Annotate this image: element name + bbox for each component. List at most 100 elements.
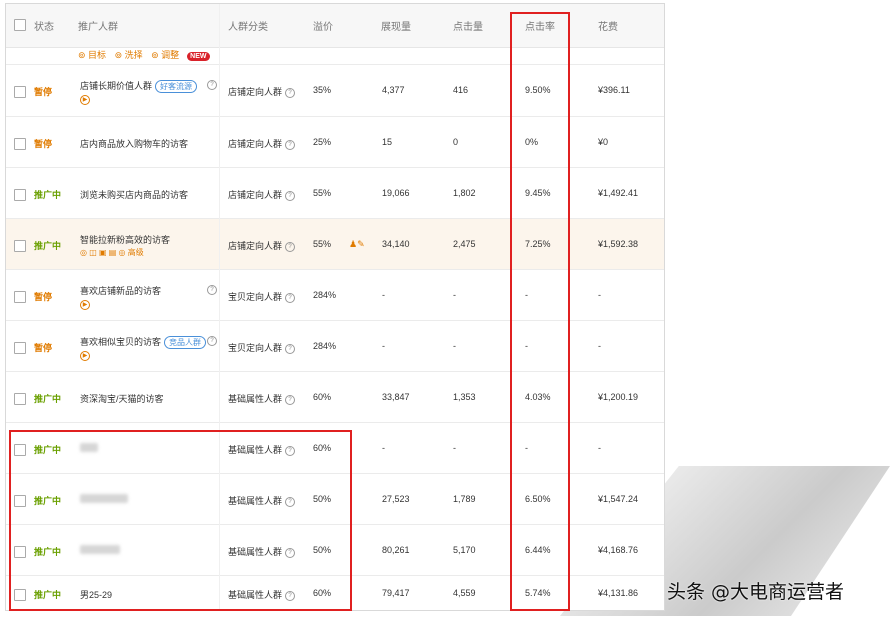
table-row: 暂停 喜欢店铺新品的访客 ▶? 宝贝定向人群? 284% - - - - bbox=[6, 269, 664, 321]
crowd-category-text: 基础属性人群 bbox=[228, 496, 283, 506]
crowd-name: 店内商品放入购物车的访客 bbox=[80, 137, 188, 150]
legend-target[interactable]: ⊚ 目标 bbox=[78, 50, 106, 60]
play-control: ▶ bbox=[80, 93, 90, 105]
cell-clicks: - bbox=[453, 341, 456, 351]
row-checkbox[interactable] bbox=[14, 189, 26, 201]
table-header: 状态 推广人群 人群分类 溢价 展现量 点击量 点击率 花费 bbox=[6, 4, 664, 48]
legend-select[interactable]: ⊚ 洗择 bbox=[115, 50, 143, 60]
help-icon[interactable]: ? bbox=[285, 241, 296, 252]
help-icon[interactable]: ? bbox=[285, 590, 296, 601]
help-icon[interactable]: ? bbox=[207, 79, 217, 90]
cell-cost: ¥1,547.24 bbox=[598, 494, 639, 504]
cell-premium[interactable]: 60% bbox=[313, 588, 331, 598]
crowd-name-text: 喜欢相似宝贝的访客 bbox=[80, 337, 162, 347]
crowd-category-text: 店铺定向人群 bbox=[228, 87, 283, 97]
cell-premium[interactable]: 55% bbox=[313, 188, 331, 198]
status-label[interactable]: 暂停 bbox=[34, 85, 52, 98]
select-all-checkbox[interactable] bbox=[14, 19, 26, 31]
cell-clicks: 5,170 bbox=[453, 545, 476, 555]
row-checkbox[interactable] bbox=[14, 240, 26, 252]
help-icon[interactable]: ? bbox=[207, 335, 217, 346]
row-checkbox[interactable] bbox=[14, 393, 26, 405]
header-clicks[interactable]: 点击量 bbox=[453, 18, 483, 33]
crowd-tag[interactable]: 好客流源 bbox=[155, 80, 198, 93]
crowd-name-text: 资深淘宝/天猫的访客 bbox=[80, 394, 164, 404]
crowd-category: 店铺定向人群? bbox=[228, 188, 296, 201]
crowd-name-text: 男25-29 bbox=[80, 590, 113, 600]
header-crowd[interactable]: 推广人群 bbox=[78, 18, 118, 33]
cell-cost: ¥4,131.86 bbox=[598, 588, 639, 598]
edit-premium-icon[interactable]: ♟✎ bbox=[349, 239, 365, 250]
row-checkbox[interactable] bbox=[14, 495, 26, 507]
cell-premium[interactable]: 60% bbox=[313, 443, 331, 453]
cell-premium[interactable]: 50% bbox=[313, 494, 331, 504]
cell-ctr: 7.25% bbox=[525, 239, 551, 249]
crowd-name bbox=[80, 494, 128, 505]
table-row: 暂停 喜欢相似宝贝的访客 竞品人群 ▶? 宝贝定向人群? 284% - - - - bbox=[6, 320, 664, 372]
table-row: 推广中 浏览未购买店内商品的访客 店铺定向人群? 55% 19,066 1,802 9.45… bbox=[6, 167, 664, 219]
cell-premium[interactable]: 284% bbox=[313, 290, 336, 300]
help-icon[interactable]: ? bbox=[285, 190, 296, 201]
row-checkbox[interactable] bbox=[14, 546, 26, 558]
header-ctr[interactable]: 点击率 bbox=[525, 18, 555, 33]
cell-premium[interactable]: 55% bbox=[313, 239, 331, 249]
cell-premium[interactable]: 25% bbox=[313, 137, 331, 147]
help-icon[interactable]: ? bbox=[285, 547, 296, 558]
cell-premium[interactable]: 284% bbox=[313, 341, 336, 351]
play-icon[interactable]: ▶ bbox=[80, 95, 90, 105]
help-icon[interactable]: ? bbox=[285, 343, 296, 354]
row-checkbox[interactable] bbox=[14, 444, 26, 456]
name-help: ? bbox=[204, 335, 217, 346]
status-label[interactable]: 推广中 bbox=[34, 239, 61, 252]
play-icon[interactable]: ▶ bbox=[80, 300, 90, 310]
help-icon[interactable]: ? bbox=[285, 139, 296, 150]
crowd-category-text: 宝贝定向人群 bbox=[228, 343, 283, 353]
help-icon[interactable]: ? bbox=[285, 496, 296, 507]
crowd-category-text: 宝贝定向人群 bbox=[228, 292, 283, 302]
status-label[interactable]: 暂停 bbox=[34, 137, 52, 150]
table-row: 暂停 店铺长期价值人群 好客流源 ▶? 店铺定向人群? 35% 4,377 416 9.50% ¥… bbox=[6, 64, 664, 117]
row-checkbox[interactable] bbox=[14, 86, 26, 98]
header-premium[interactable]: 溢价 bbox=[313, 18, 333, 33]
cell-impressions: - bbox=[382, 341, 385, 351]
legend-adjust[interactable]: ⊚ 调整 bbox=[151, 50, 179, 60]
status-label[interactable]: 推广中 bbox=[34, 494, 61, 507]
header-impressions[interactable]: 展现量 bbox=[381, 18, 411, 33]
blurred-name bbox=[80, 545, 120, 554]
crowd-tag[interactable]: 竞品人群 bbox=[164, 336, 207, 349]
cell-premium[interactable]: 50% bbox=[313, 545, 331, 555]
help-icon[interactable]: ? bbox=[285, 87, 296, 98]
cell-impressions: 27,523 bbox=[382, 494, 410, 504]
help-icon[interactable]: ? bbox=[285, 292, 296, 303]
cell-ctr: 5.74% bbox=[525, 588, 551, 598]
status-label[interactable]: 推广中 bbox=[34, 443, 61, 456]
status-label[interactable]: 暂停 bbox=[34, 290, 52, 303]
help-icon[interactable]: ? bbox=[285, 445, 296, 456]
help-icon[interactable]: ? bbox=[207, 284, 217, 295]
watermark: 头条 @大电商运营者 bbox=[667, 581, 845, 603]
advanced-link[interactable]: 高级 bbox=[128, 248, 144, 257]
header-cost[interactable]: 花费 bbox=[598, 18, 618, 33]
cell-premium[interactable]: 60% bbox=[313, 392, 331, 402]
row-checkbox[interactable] bbox=[14, 589, 26, 601]
target-icon[interactable]: ◎ ◫ ▣ ▤ ◎ bbox=[80, 248, 128, 257]
crowd-category: 基础属性人群? bbox=[228, 392, 296, 405]
status-label[interactable]: 暂停 bbox=[34, 341, 52, 354]
crowd-category: 店铺定向人群? bbox=[228, 239, 296, 252]
row-checkbox[interactable] bbox=[14, 138, 26, 150]
header-status[interactable]: 状态 bbox=[34, 18, 54, 33]
cell-impressions: 19,066 bbox=[382, 188, 410, 198]
crowd-name-text: 喜欢店铺新品的访客 bbox=[80, 286, 162, 296]
row-checkbox[interactable] bbox=[14, 291, 26, 303]
crowd-category-text: 基础属性人群 bbox=[228, 445, 283, 455]
play-icon[interactable]: ▶ bbox=[80, 351, 90, 361]
status-label[interactable]: 推广中 bbox=[34, 392, 61, 405]
header-category[interactable]: 人群分类 bbox=[228, 18, 268, 33]
status-label[interactable]: 推广中 bbox=[34, 588, 61, 601]
crowd-name-text: 店内商品放入购物车的访客 bbox=[80, 139, 189, 149]
help-icon[interactable]: ? bbox=[285, 394, 296, 405]
row-checkbox[interactable] bbox=[14, 342, 26, 354]
status-label[interactable]: 推广中 bbox=[34, 545, 61, 558]
cell-premium[interactable]: 35% bbox=[313, 85, 331, 95]
status-label[interactable]: 推广中 bbox=[34, 188, 61, 201]
